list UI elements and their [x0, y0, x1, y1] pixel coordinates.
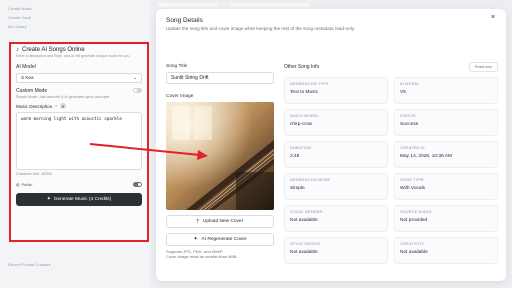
modal-header: Song Details Update the song title and c… — [166, 17, 355, 31]
cover-help-text: Supports JPG, PNG, and WebP. Cover image… — [166, 249, 274, 260]
create-panel-header: ♪ Create AI Songs Online — [16, 47, 142, 53]
bg-nav-item: Create Vocal — [8, 15, 31, 20]
info-value: V5 — [400, 90, 406, 95]
info-label: AI MODEL — [400, 82, 420, 86]
read-only-badge: Read only — [468, 62, 498, 72]
description-label-row: Music Description * ✦ — [16, 103, 142, 110]
editable-column: Song Title Sunlit String Drift Cover Ima… — [166, 64, 274, 260]
info-label: GENERATION MODE — [290, 178, 331, 182]
generate-music-button[interactable]: ✦ Generate Music (4 Credits) — [16, 193, 142, 207]
bg-card — [230, 3, 310, 7]
ai-assist-icon[interactable]: ✦ — [60, 103, 67, 110]
ai-model-value: S Kea — [21, 75, 34, 81]
info-label: STATUS — [400, 114, 416, 118]
music-description-textarea[interactable]: warm morning light with acoustic sparkle — [16, 112, 142, 171]
info-value: Simple — [290, 186, 305, 191]
custom-mode-row: Custom Mode — [16, 88, 142, 94]
cover-image — [166, 102, 274, 210]
info-cell: SOURCE AUDIO Not provided — [394, 205, 498, 232]
info-cell: AI MODEL V5 — [394, 77, 498, 104]
info-value: May 14, 2026, 10:36 AM — [400, 154, 452, 159]
info-value: Not available — [290, 218, 318, 223]
info-value: With Vocals — [400, 186, 426, 191]
public-label-group: ◍ Public — [16, 182, 32, 187]
globe-icon: ◍ — [16, 182, 20, 188]
info-value: Not provided — [400, 218, 428, 223]
music-note-icon: ♪ — [16, 47, 19, 53]
bg-nav-item: Create Music — [8, 6, 32, 11]
info-value: chirp-crow — [290, 122, 313, 127]
custom-mode-note: Simple Mode: Just describe & AI generate… — [16, 94, 110, 99]
song-info-header: Other Song Info Read only — [284, 62, 498, 72]
info-cell: CREATIVITY Not available — [394, 237, 498, 264]
custom-mode-toggle[interactable] — [133, 88, 142, 94]
required-marker: * — [55, 103, 58, 109]
close-icon[interactable]: × — [488, 14, 498, 24]
sparkle-icon: ✦ — [193, 237, 198, 242]
generate-music-label: Generate Music (4 Credits) — [53, 197, 112, 203]
sparkle-icon: ✦ — [46, 197, 51, 203]
info-value: Success — [400, 122, 419, 127]
public-label: Public — [21, 182, 33, 188]
info-cell: AUDIO MODEL chirp-crow — [284, 109, 388, 136]
bg-card — [158, 3, 218, 7]
bg-nav-item: My Library — [8, 24, 27, 29]
regenerate-cover-button[interactable]: ✦ AI Regenerate Cover — [166, 233, 274, 246]
info-cell: CREATED AT May 14, 2026, 10:36 AM — [394, 141, 498, 168]
song-info-grid: GENERATION TYPE Text to Music AI MODEL V5 … — [284, 77, 498, 264]
upload-cover-label: Upload New Cover — [202, 219, 244, 224]
info-cell: STATUS Success — [394, 109, 498, 136]
song-info-column: Other Song Info Read only GENERATION TYP… — [284, 62, 498, 264]
custom-mode-label: Custom Mode — [16, 87, 48, 94]
info-label: CREATIVITY — [400, 242, 425, 246]
info-cell: SONG TYPE With Vocals — [394, 173, 498, 200]
ai-model-select[interactable]: S Kea ⌄ — [16, 72, 142, 83]
character-limit: Character limit: 40/500 — [16, 172, 53, 177]
info-label: GENERATION TYPE — [290, 82, 329, 86]
modal-subtitle: Update the song title and cover image wh… — [166, 26, 355, 31]
bg-footer-text: Recent Private Creators — [8, 262, 51, 267]
info-label: AUDIO MODEL — [290, 114, 319, 118]
info-label: CREATED AT — [400, 146, 426, 150]
info-cell: GENERATION TYPE Text to Music — [284, 77, 388, 104]
create-song-panel: ♪ Create AI Songs Online Enter a descrip… — [9, 42, 149, 242]
upload-cover-button[interactable]: ⤒ Upload New Cover — [166, 215, 274, 228]
modal-title: Song Details — [166, 17, 203, 24]
description-label: Music Description — [16, 103, 53, 109]
info-cell: DURATION 2:48 — [284, 141, 388, 168]
create-panel-note: Enter a description and Style, and AI wi… — [16, 54, 130, 58]
info-label: SONG TYPE — [400, 178, 424, 182]
song-info-title: Other Song Info — [284, 64, 320, 70]
song-details-modal: Song Details Update the song title and c… — [156, 9, 506, 281]
ai-model-label: AI Model — [16, 63, 36, 70]
info-cell: VOCAL GENDER Not available — [284, 205, 388, 232]
info-cell: STYLE WEIGHT Not available — [284, 237, 388, 264]
info-value: Not available — [290, 250, 318, 255]
song-title-label: Song Title — [166, 64, 188, 69]
info-label: VOCAL GENDER — [290, 210, 323, 214]
info-label: DURATION — [290, 146, 312, 150]
info-label: STYLE WEIGHT — [290, 242, 321, 246]
cover-help-size: Cover image must be smaller than 4MB. — [166, 254, 238, 260]
public-toggle[interactable] — [133, 182, 142, 188]
info-value: Not available — [400, 250, 428, 255]
regenerate-cover-label: AI Regenerate Cover — [201, 237, 247, 242]
info-value: Text to Music — [290, 90, 318, 95]
cover-image-label: Cover Image — [166, 94, 194, 99]
info-value: 2:48 — [290, 154, 300, 159]
info-label: SOURCE AUDIO — [400, 210, 432, 214]
public-row: ◍ Public — [16, 182, 142, 188]
song-title-input[interactable]: Sunlit String Drift — [166, 72, 274, 84]
create-panel-title: Create AI Songs Online — [22, 47, 85, 53]
chevron-down-icon: ⌄ — [133, 74, 137, 80]
upload-icon: ⤒ — [196, 219, 199, 225]
info-cell: GENERATION MODE Simple — [284, 173, 388, 200]
